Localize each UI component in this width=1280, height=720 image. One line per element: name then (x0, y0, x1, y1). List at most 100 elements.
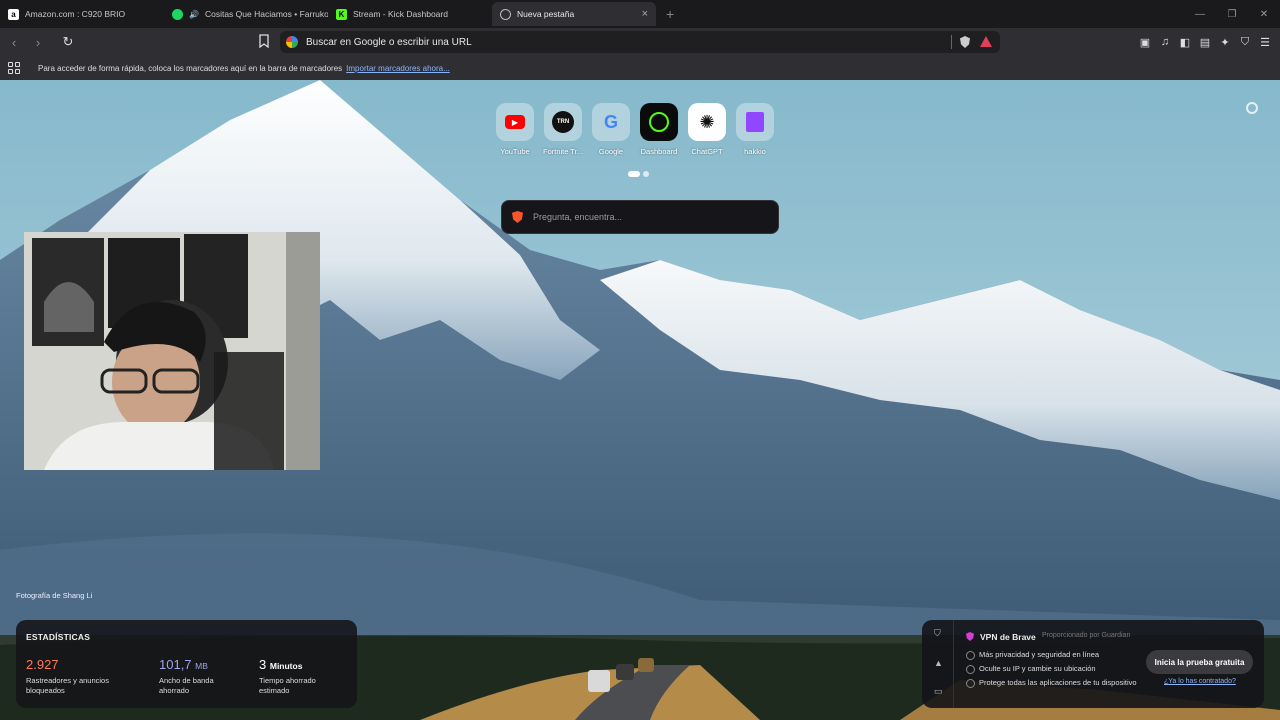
tab-title: Nueva pestaña (517, 9, 575, 19)
stat-blocked: 2.927 Rastreadores y anuncios bloqueados (26, 656, 159, 696)
divider (951, 35, 952, 49)
toolbar-right: ▣ ♫ ◧ ▤ ✦ ⛉ ☰ (1138, 28, 1272, 56)
tab-amazon[interactable]: a Amazon.com : C920 BRIO (0, 2, 164, 26)
customize-gear-icon[interactable] (1246, 102, 1258, 114)
fortnite-tracker-icon: TRN (552, 111, 574, 133)
time-label: estimado (259, 685, 290, 695)
vpn-title-text: VPN de Brave (980, 632, 1036, 642)
page-dot-active[interactable] (628, 171, 640, 177)
vpn-feature: Oculte su IP y cambie su ubicación (966, 664, 1137, 674)
dashboard-icon (649, 112, 669, 132)
google-icon (286, 36, 298, 48)
search-box[interactable]: Pregunta, encuentra... (501, 200, 779, 234)
time-unit: Minutos (269, 661, 303, 671)
speaker-icon[interactable]: 🔊 (189, 10, 199, 19)
forward-button[interactable]: › (28, 35, 48, 50)
restore-button[interactable]: ❐ (1216, 9, 1248, 20)
close-tab-icon[interactable]: × (642, 8, 648, 20)
page-dot[interactable] (643, 171, 649, 177)
stats-row: 2.927 Rastreadores y anuncios bloqueados… (26, 656, 349, 696)
window-controls: — ❐ ✕ (1184, 0, 1280, 28)
vpn-shield-icon (966, 632, 974, 641)
new-tab-button[interactable]: + (666, 6, 674, 22)
bookmarks-bar: Para acceder de forma rápida, coloca los… (0, 56, 1280, 80)
tab-new-tab[interactable]: Nueva pestaña × (492, 2, 656, 26)
vpn-powered-by: Proporcionado por Guardian (1042, 632, 1131, 639)
vpn-card-side: ⛉ ▲ ▭ (922, 620, 954, 708)
top-site-label: YouTube (500, 147, 530, 156)
shield-icon[interactable]: ⛉ (934, 628, 941, 639)
top-site-twitch[interactable]: hakkio (736, 103, 774, 156)
bookmark-icon[interactable] (258, 34, 270, 48)
top-site-label: ChatGPT (691, 147, 723, 156)
top-site-google[interactable]: G Google (592, 103, 630, 156)
top-site-tile (640, 103, 678, 141)
top-site-tile: ✺ (688, 103, 726, 141)
top-site-fortnite-tracker[interactable]: TRN Fortnite Tr... (543, 103, 583, 156)
brave-shields-icon[interactable] (960, 36, 970, 48)
screenshot-icon[interactable]: ▣ (1138, 35, 1152, 49)
apps-grid-icon[interactable] (8, 62, 20, 74)
stat-time: 3 Minutos Tiempo ahorrado estimado (259, 656, 349, 696)
tab-kick[interactable]: K Stream - Kick Dashboard (328, 2, 492, 26)
sidebar-icon[interactable]: ◧ (1178, 35, 1192, 49)
google-icon: G (603, 111, 618, 132)
top-site-youtube[interactable]: ▶ YouTube (496, 103, 534, 156)
bandwidth-value: 101,7 MB (159, 656, 259, 674)
webcam-image (24, 232, 320, 470)
top-site-dashboard[interactable]: Dashboard (640, 103, 678, 156)
start-trial-button[interactable]: Inicia la prueba gratuita (1146, 650, 1253, 674)
top-site-label: hakkio (744, 147, 766, 156)
bookmarks-hint: Para acceder de forma rápida, coloca los… (38, 63, 343, 73)
tab-strip: a Amazon.com : C920 BRIO 🔊 Cositas Que H… (0, 0, 1280, 28)
blocked-count: 2.927 (26, 657, 59, 672)
bandwidth-number: 101,7 (159, 657, 192, 672)
vpn-title: VPN de Brave (966, 632, 1036, 642)
time-number: 3 (259, 657, 267, 672)
blocked-label: Rastreadores y anuncios (26, 675, 109, 685)
import-bookmarks-link[interactable]: Importar marcadores ahora... (346, 64, 450, 73)
brave-rewards-icon[interactable] (980, 36, 992, 47)
stat-bandwidth: 101,7 MB Ancho de banda ahorrado (159, 656, 259, 696)
top-site-chatgpt[interactable]: ✺ ChatGPT (688, 103, 726, 156)
top-site-tile: TRN (544, 103, 582, 141)
tab-title: Stream - Kick Dashboard (353, 9, 448, 19)
vpn-card: ⛉ ▲ ▭ VPN de Brave Proporcionado por Gua… (922, 620, 1264, 708)
menu-icon[interactable]: ☰ (1258, 35, 1272, 49)
photo-credit[interactable]: Fotografía de Shang Li (16, 591, 92, 600)
minimize-button[interactable]: — (1184, 9, 1216, 20)
bandwidth-unit: MB (195, 661, 208, 671)
brave-icon (500, 8, 511, 20)
leo-ai-icon[interactable]: ✦ (1218, 35, 1232, 49)
warning-icon[interactable]: ▲ (934, 658, 943, 668)
top-site-tile: ▶ (496, 103, 534, 141)
twitch-icon (746, 112, 764, 132)
media-icon[interactable]: ♫ (1158, 35, 1172, 49)
vpn-features: Más privacidad y seguridad en línea Ocul… (966, 650, 1137, 692)
already-subscribed-link[interactable]: ¿Ya lo has contratado? (1164, 678, 1236, 685)
top-site-label: Dashboard (640, 147, 678, 156)
top-sites-pager[interactable] (628, 171, 649, 177)
top-site-label: Google (598, 147, 624, 156)
bandwidth-label: ahorrado (159, 685, 190, 695)
amazon-icon: a (8, 8, 19, 20)
top-site-label: Fortnite Tr... (542, 147, 583, 156)
stats-title: ESTADÍSTICAS (26, 632, 91, 642)
spotify-icon (172, 8, 183, 20)
vpn-feature: Más privacidad y seguridad en línea (966, 650, 1137, 660)
address-bar[interactable]: Buscar en Google o escribir una URL (280, 31, 1000, 53)
wallet-icon[interactable]: ▤ (1198, 35, 1212, 49)
reload-button[interactable]: ↻ (58, 34, 78, 50)
blocked-label: bloqueados (26, 685, 65, 695)
widget-icon[interactable]: ▭ (934, 686, 943, 697)
close-window-button[interactable]: ✕ (1248, 9, 1280, 20)
back-button[interactable]: ‹ (4, 35, 24, 50)
search-placeholder: Pregunta, encuentra... (533, 212, 623, 222)
vpn-feature: Protege todas las aplicaciones de tu dis… (966, 678, 1137, 688)
address-placeholder: Buscar en Google o escribir una URL (306, 36, 472, 48)
kick-icon: K (336, 8, 347, 20)
tab-spotify[interactable]: 🔊 Cositas Que Haciamos • Farruko (164, 2, 328, 26)
vpn-icon[interactable]: ⛉ (1238, 35, 1252, 49)
toolbar: ‹ › ↻ Buscar en Google o escribir una UR… (0, 28, 1280, 56)
time-value: 3 Minutos (259, 656, 349, 674)
